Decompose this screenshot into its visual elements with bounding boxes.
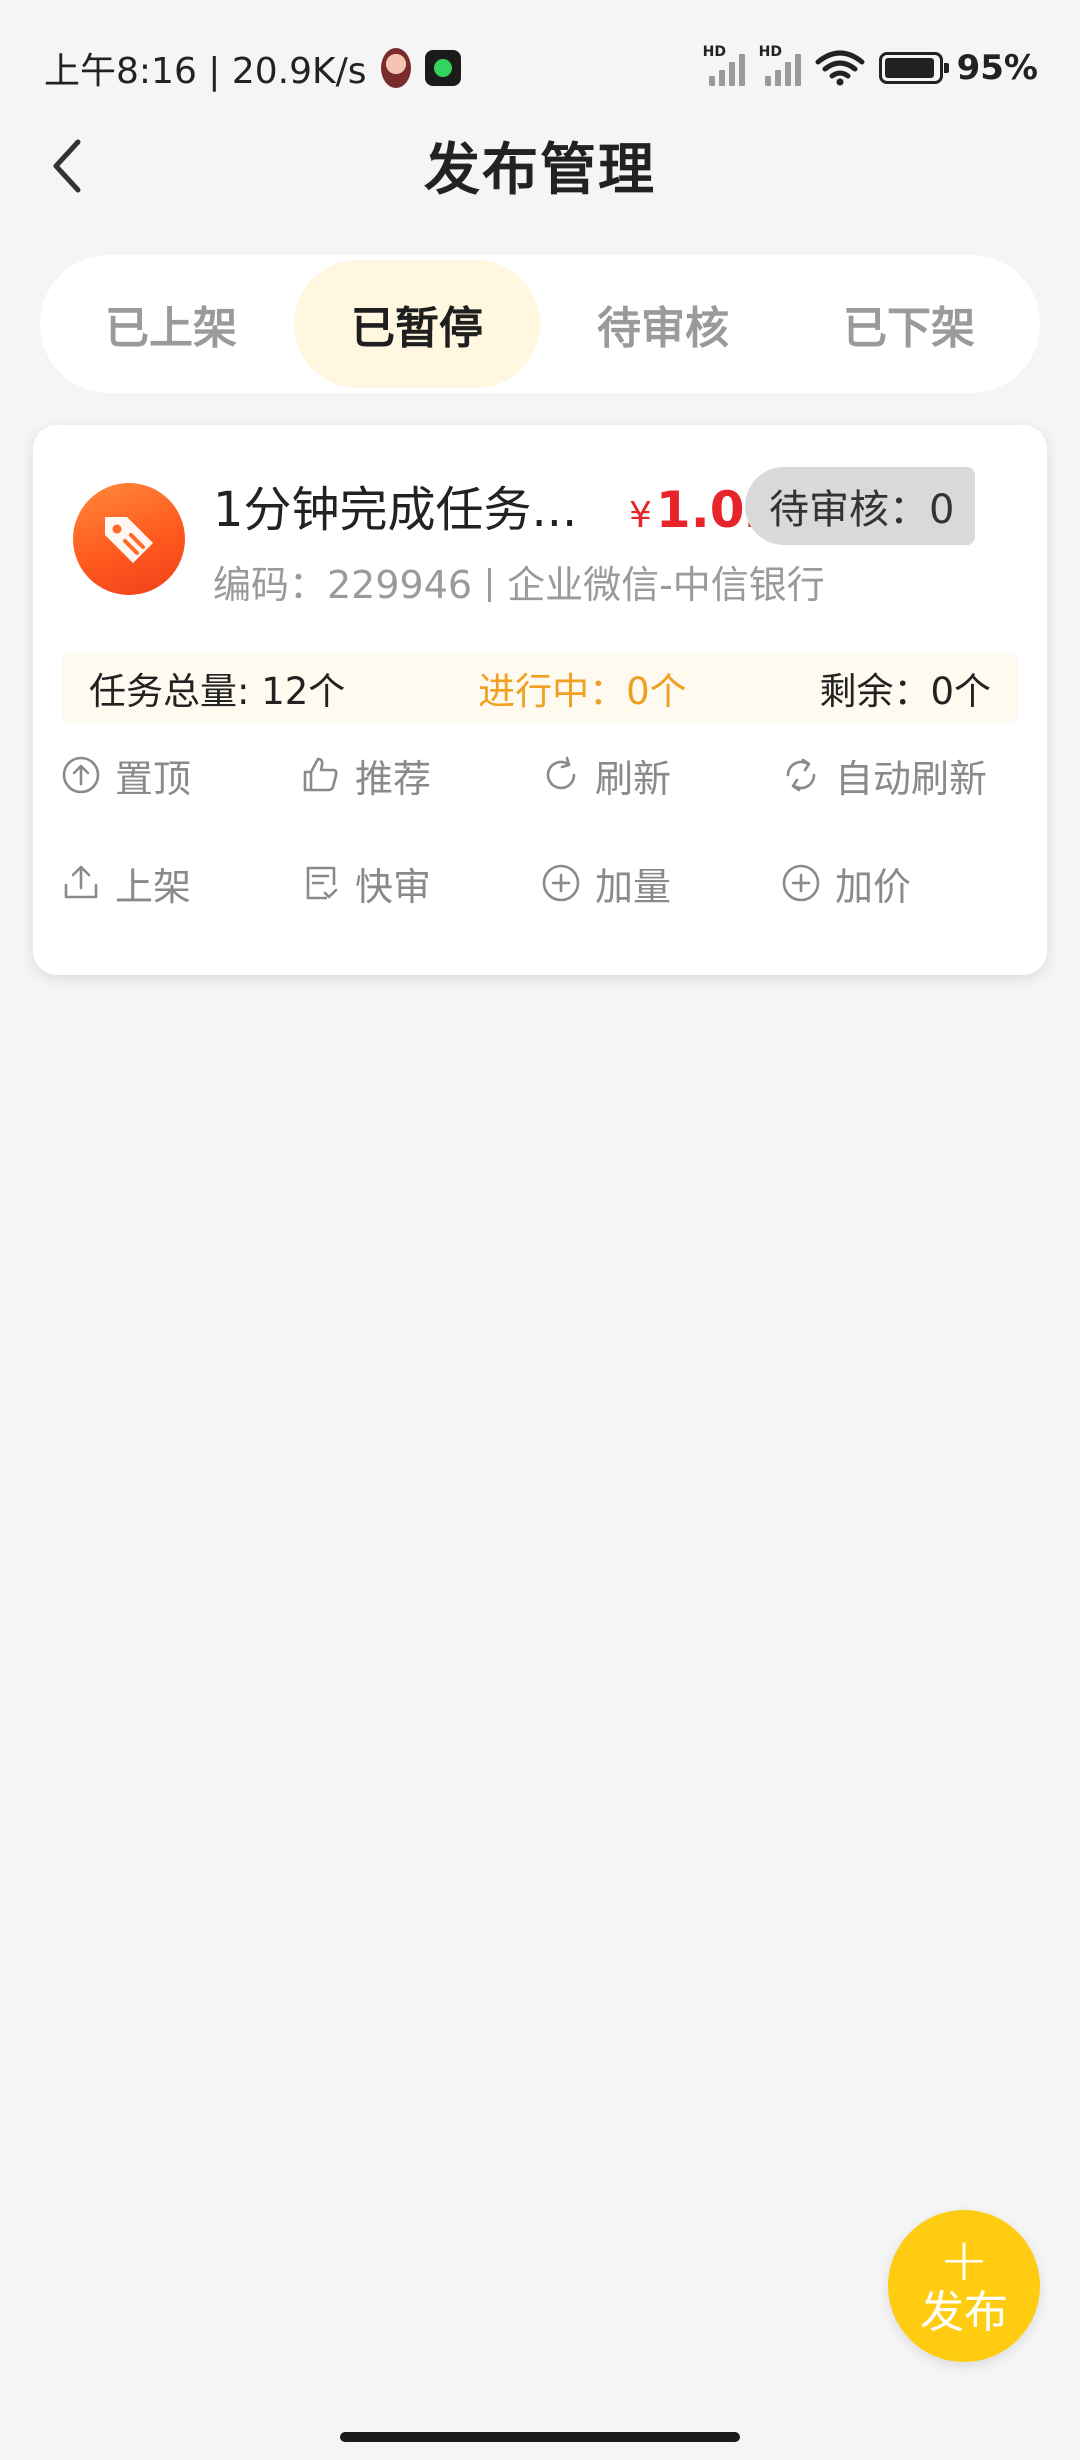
screen: 上午8:16 | 20.9K/s HD HD 95% 发布管理 已上架 已暂停 … (0, 0, 1080, 2460)
plus-circle-icon (782, 864, 820, 902)
raise-price-button[interactable]: 加价 (781, 853, 1021, 913)
stat-remaining: 剩余：0个 (819, 670, 991, 713)
pin-top-button[interactable]: 置顶 (61, 745, 301, 805)
status-right: HD HD 95% (703, 44, 1038, 88)
status-left: 上午8:16 | 20.9K/s (44, 42, 461, 94)
tab-pending-review[interactable]: 待审核 (540, 260, 786, 388)
task-code: 编码：229946 (213, 563, 473, 607)
app-notification-icon (424, 50, 461, 86)
tag-icon (105, 517, 153, 563)
battery-icon (878, 52, 949, 84)
quick-review-label: 快审 (355, 864, 432, 909)
auto-refresh-label: 自动刷新 (835, 756, 988, 801)
header: 发布管理 (0, 110, 1080, 220)
battery-level (884, 58, 934, 78)
thumbs-up-icon (303, 757, 338, 792)
recommend-button[interactable]: 推荐 (301, 745, 541, 805)
stat-total: 任务总量: 12个 (89, 670, 346, 713)
add-quantity-button[interactable]: 加量 (541, 853, 781, 913)
stat-in-progress: 进行中：0个 (478, 670, 687, 713)
refresh-icon (546, 756, 576, 790)
refresh-label: 刷新 (595, 756, 672, 801)
arrow-up-circle-icon (62, 756, 100, 794)
tab-paused[interactable]: 已暂停 (294, 260, 540, 388)
tab-listed[interactable]: 已上架 (48, 260, 294, 388)
task-title: 1分钟完成任务... (213, 482, 578, 538)
signal-icon-2: HD (759, 44, 801, 86)
battery-percent: 95% (956, 48, 1038, 88)
document-check-icon (306, 866, 338, 900)
list-label: 上架 (115, 864, 192, 909)
page-title: 发布管理 (424, 137, 656, 203)
task-stats: 任务总量: 12个 进行中：0个 剩余：0个 (61, 653, 1019, 723)
task-meta: 编码：229946 企业微信-中信银行 (213, 555, 825, 615)
publish-fab-button[interactable]: + 发布 (888, 2210, 1040, 2362)
raise-price-label: 加价 (835, 864, 912, 909)
task-category: 企业微信-中信银行 (507, 563, 825, 607)
tab-bar: 已上架 已暂停 待审核 已下架 (40, 255, 1040, 393)
refresh-button[interactable]: 刷新 (541, 745, 781, 805)
price-symbol: ¥ (629, 495, 652, 536)
task-logo (73, 483, 185, 595)
back-button[interactable] (36, 134, 100, 198)
tab-delisted[interactable]: 已下架 (786, 260, 1032, 388)
chevron-left-icon (53, 139, 81, 193)
publish-label: 发布 (920, 2287, 1008, 2338)
pin-top-label: 置顶 (115, 756, 192, 801)
auto-refresh-icon (786, 758, 816, 792)
avatar-notification-icon (380, 48, 411, 88)
meta-divider (488, 568, 492, 602)
pending-review-badge: 待审核：0 (745, 467, 975, 545)
quick-review-button[interactable]: 快审 (301, 853, 541, 913)
recommend-label: 推荐 (355, 756, 432, 801)
signal-hd-label: HD (702, 44, 726, 60)
wifi-icon (815, 50, 865, 86)
signal-hd-label-2: HD (758, 44, 782, 60)
plus-icon: + (938, 2225, 990, 2295)
signal-icon: HD (703, 44, 745, 86)
upload-icon (64, 865, 98, 899)
task-actions: 置顶 推荐 刷新 自动刷新 上架 快审 加量 加价 (61, 745, 1019, 913)
add-quantity-label: 加量 (595, 864, 672, 909)
status-time-speed: 上午8:16 | 20.9K/s (44, 51, 367, 92)
auto-refresh-button[interactable]: 自动刷新 (781, 745, 1021, 805)
list-button[interactable]: 上架 (61, 853, 301, 913)
plus-circle-icon (542, 864, 580, 902)
home-indicator[interactable] (340, 2432, 740, 2442)
task-card[interactable]: 1分钟完成任务... ¥1.02 待审核：0 编码：229946 企业微信-中信… (33, 425, 1047, 975)
